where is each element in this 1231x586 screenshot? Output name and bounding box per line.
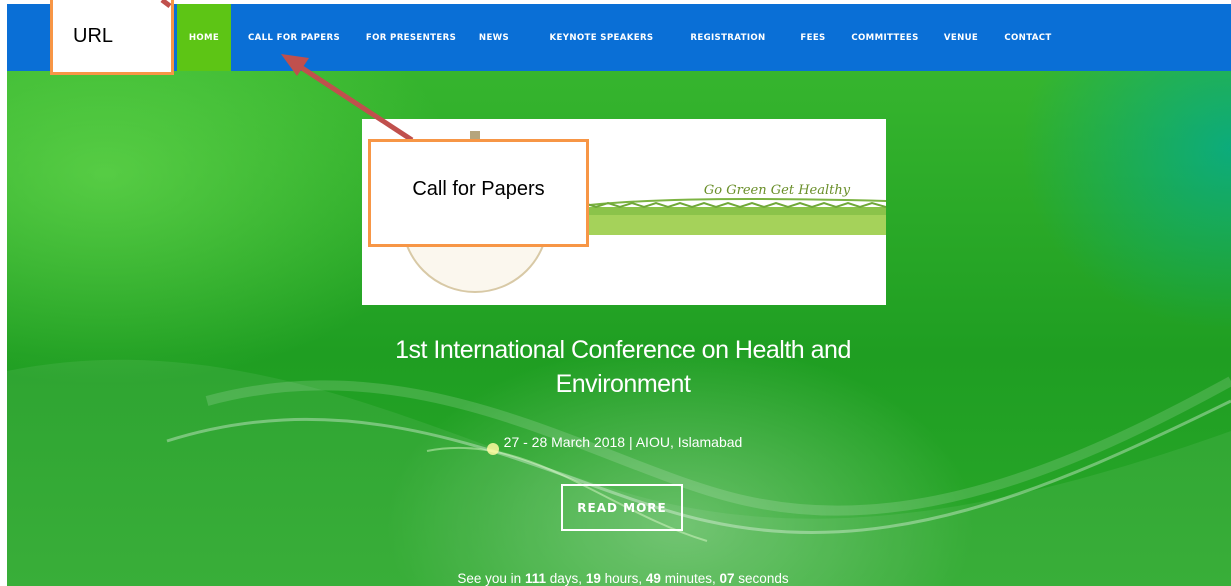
top-navigation-bar: HOME CALL FOR PAPERS FOR PRESENTERS NEWS… [7,4,1231,71]
countdown-days: 111 [524,571,546,586]
conference-date-venue: 27 - 28 March 2018 | AIOU, Islamabad [503,434,743,450]
countdown-hours-label: hours, [604,571,643,586]
nav-news[interactable]: NEWS [472,4,516,71]
countdown-hours: 19 [585,571,601,586]
countdown-prefix: See you in [457,571,522,586]
conference-title-line2: Environment [555,370,691,398]
hero-section: Go Green Get Healthy 1st International C… [7,71,1231,586]
read-more-button[interactable]: READ MORE [561,484,683,531]
call-for-papers-annotation-label: Call for Papers [412,177,545,200]
nav-committees[interactable]: COMMITTEES [845,4,925,71]
countdown-timer: See you in 111 days, 19 hours, 49 minute… [307,571,939,586]
conference-title: 1st International Conference on Health a… [307,333,939,401]
nav-call-for-papers[interactable]: CALL FOR PAPERS [239,4,349,71]
nav-fees[interactable]: FEES [792,4,834,71]
nav-venue[interactable]: VENUE [937,4,985,71]
countdown-days-label: days, [549,571,583,586]
nav-for-presenters[interactable]: FOR PRESENTERS [361,4,461,71]
nav-home[interactable]: HOME [177,4,231,71]
url-annotation-label: URL [73,24,114,47]
call-for-papers-annotation-callout: Call for Papers [368,139,589,247]
nav-keynote-speakers[interactable]: KEYNOTE SPEAKERS [540,4,663,71]
url-annotation-callout: URL [50,0,174,75]
countdown-seconds-label: seconds [738,571,789,586]
countdown-minutes-label: minutes, [664,571,716,586]
nav-contact[interactable]: CONTACT [994,4,1062,71]
countdown-seconds: 07 [719,571,735,586]
banner-tagline: Go Green Get Healthy [703,183,851,198]
page: HOME CALL FOR PAPERS FOR PRESENTERS NEWS… [7,0,1231,586]
countdown-minutes: 49 [645,571,661,586]
conference-title-line1: 1st International Conference on Health a… [395,336,851,364]
nav-registration[interactable]: REGISTRATION [683,4,773,71]
